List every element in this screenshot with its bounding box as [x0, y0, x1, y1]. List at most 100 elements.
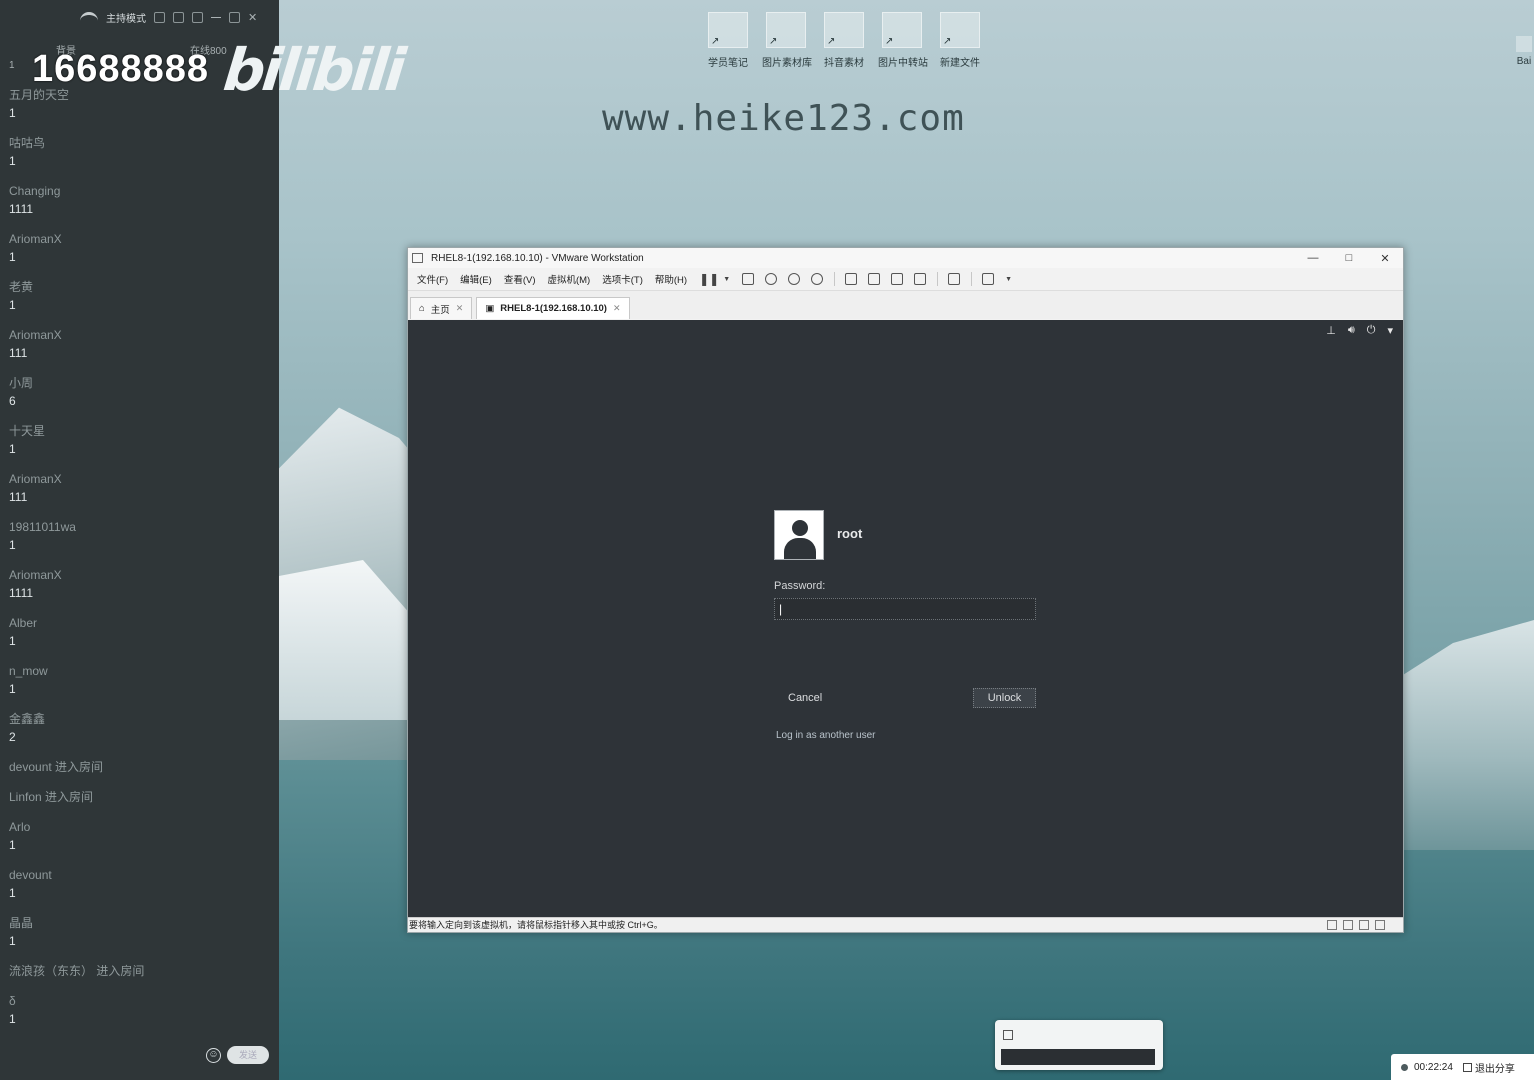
vm-icon: ▣: [485, 303, 495, 314]
preview-thumbnail: [1001, 1049, 1155, 1065]
popout-icon[interactable]: [173, 12, 184, 23]
chat-message-list: 五月的天空 1 咕咕鸟 1 Changing 1111 AriomanX 1 老黄 1 A…: [9, 86, 269, 1040]
chevron-down-icon[interactable]: ▼: [1005, 276, 1012, 283]
chat-message: 咕咕鸟 1: [9, 136, 46, 168]
menu-toolbar: 文件(F) 编辑(E) 查看(V) 虚拟机(M) 选项卡(T) 帮助(H) ❚❚…: [408, 268, 1403, 290]
desktop-icon-transfer[interactable]: 图片中转站: [878, 12, 928, 69]
unlock-button[interactable]: Unlock: [973, 688, 1036, 708]
live-chat-panel: 主持模式 ✕ 背景 在线800 1 五月的天空 1 咕咕鸟 1 Changing 11…: [0, 0, 279, 1080]
volume-icon: 🔊︎: [1347, 324, 1355, 336]
chat-message: AriomanX 1: [9, 232, 62, 264]
toolbar-separator: [937, 272, 939, 286]
chat-message: Changing 1111: [9, 184, 61, 216]
window-title: RHEL8-1(192.168.10.10) - VMware Workstat…: [431, 252, 644, 264]
send-ctrl-alt-del-icon[interactable]: [742, 273, 755, 285]
stretch-guest-icon[interactable]: [982, 273, 995, 285]
share-timer: 00:22:24: [1414, 1061, 1453, 1073]
chat-message: AriomanX 111: [9, 328, 62, 360]
shortcut-icon: [766, 12, 806, 48]
maximize-icon[interactable]: [229, 12, 240, 23]
anchor-icon: [80, 11, 98, 24]
host-mode-label: 主持模式: [106, 14, 146, 25]
desktop-icon-images[interactable]: 图片素材库: [762, 12, 812, 69]
chat-message: AriomanX 1111: [9, 568, 62, 600]
close-icon[interactable]: ✕: [248, 11, 257, 24]
thumbnail-bar-icon[interactable]: [868, 273, 881, 285]
chat-message: Arlo 1: [9, 820, 31, 852]
snapshot-icon[interactable]: [765, 273, 778, 285]
network-icon: ⊥: [1326, 325, 1336, 337]
hard-disk-icon[interactable]: [1327, 920, 1337, 930]
desktop-icon-new-file[interactable]: 新建文件: [936, 12, 984, 69]
home-icon: ⌂: [419, 303, 425, 314]
snapshot-manager-icon[interactable]: [811, 273, 824, 285]
menu-edit[interactable]: 编辑(E): [460, 272, 492, 286]
tab-home[interactable]: ⌂ 主页 ✕: [410, 297, 473, 319]
shortcut-icon: [1516, 36, 1532, 52]
vmware-app-icon: [412, 253, 423, 263]
maximize-button[interactable]: □: [1331, 252, 1367, 264]
library-icon[interactable]: [845, 273, 858, 285]
screen-share-bar: 00:22:24 退出分享: [1391, 1054, 1534, 1080]
taskbar-preview-popup[interactable]: [995, 1020, 1163, 1070]
shortcut-icon: [708, 12, 748, 48]
shortcut-icon: [882, 12, 922, 48]
chat-message: n_mow 1: [9, 664, 48, 696]
minimize-button[interactable]: —: [1295, 252, 1331, 264]
cancel-button[interactable]: Cancel: [788, 692, 822, 704]
gnome-system-tray[interactable]: ⊥ 🔊︎ ⏻ ▾: [1326, 324, 1393, 337]
send-button[interactable]: 发送: [227, 1046, 269, 1064]
desktop-icon-douyin[interactable]: 抖音素材: [820, 12, 868, 69]
toolbar-separator: [971, 272, 973, 286]
cd-drive-icon[interactable]: [1343, 920, 1353, 930]
chevron-down-icon: ▾: [1387, 325, 1393, 337]
menu-vm[interactable]: 虚拟机(M): [547, 272, 590, 286]
revert-snapshot-icon[interactable]: [788, 273, 801, 285]
unity-icon[interactable]: [914, 273, 927, 285]
tab-vm[interactable]: ▣ RHEL8-1(192.168.10.10) ✕: [476, 297, 630, 319]
exit-share-button[interactable]: 退出分享: [1475, 1060, 1515, 1075]
desktop-icon-notes[interactable]: 学员笔记: [704, 12, 752, 69]
chat-message: AriomanX 111: [9, 472, 62, 504]
chat-message: 小周 6: [9, 376, 34, 408]
menu-view[interactable]: 查看(V): [504, 272, 536, 286]
fullscreen-icon[interactable]: [891, 273, 904, 285]
menu-help[interactable]: 帮助(H): [655, 272, 687, 286]
chevron-down-icon[interactable]: ▼: [723, 276, 730, 283]
bilibili-logo: bilibili: [220, 36, 406, 104]
close-button[interactable]: ✕: [1367, 252, 1403, 265]
enter-room-notice: Linfon 进入房间: [9, 790, 94, 804]
chat-message: 晶晶 1: [9, 916, 34, 948]
vm-console[interactable]: ⊥ 🔊︎ ⏻ ▾ root Password: | Cancel Unlock …: [408, 320, 1403, 917]
settings-icon[interactable]: [154, 12, 165, 23]
window-titlebar: RHEL8-1(192.168.10.10) - VMware Workstat…: [408, 248, 1403, 268]
menu-tabs[interactable]: 选项卡(T): [602, 272, 643, 286]
device-icons: [1327, 920, 1385, 930]
emoji-icon[interactable]: ☺: [206, 1047, 221, 1063]
password-label: Password:: [774, 580, 826, 592]
chat-message: δ1: [9, 994, 16, 1026]
toolbar-separator: [834, 272, 836, 286]
minimize-icon[interactable]: [211, 17, 221, 18]
room-number-overlay: 16688888: [32, 48, 210, 90]
chat-input-bar: ☺ 发送: [206, 1046, 269, 1064]
menu-icon[interactable]: [192, 12, 203, 23]
log-in-another-user-link[interactable]: Log in as another user: [776, 730, 876, 741]
tab-bar: ⌂ 主页 ✕ ▣ RHEL8-1(192.168.10.10) ✕: [408, 290, 1403, 319]
password-field[interactable]: |: [774, 598, 1036, 620]
power-icon: ⏻: [1366, 324, 1376, 336]
recording-icon: [1401, 1063, 1408, 1071]
username: root: [837, 526, 863, 541]
close-tab-icon[interactable]: ✕: [613, 303, 621, 314]
menu-file[interactable]: 文件(F): [417, 272, 448, 286]
pause-icon[interactable]: ❚❚: [699, 272, 719, 286]
status-text: 要将输入定向到该虚拟机，请将鼠标指针移入其中或按 Ctrl+G。: [409, 920, 663, 930]
desktop-icon-bai[interactable]: Bai: [1514, 36, 1534, 67]
shortcut-icon: [940, 12, 980, 48]
message-log-icon[interactable]: [1375, 920, 1385, 930]
close-tab-icon[interactable]: ✕: [456, 303, 464, 314]
chat-top-bar: 主持模式 ✕: [80, 10, 257, 25]
network-adapter-icon[interactable]: [1359, 920, 1369, 930]
console-icon[interactable]: [948, 273, 961, 285]
shore-image: [1399, 620, 1534, 850]
